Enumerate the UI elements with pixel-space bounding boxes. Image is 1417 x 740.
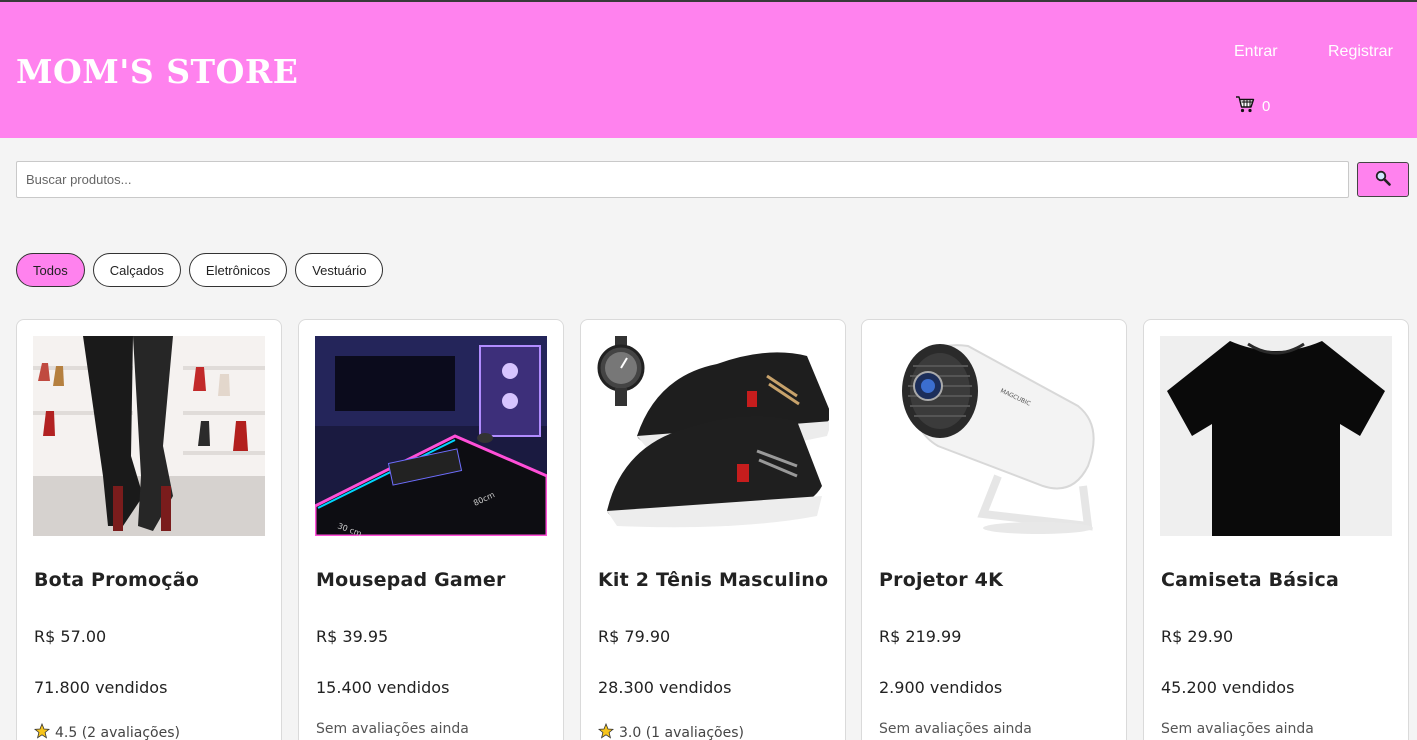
product-card[interactable]: 30 cm 80cm Mousepad Gamer R$ 39.95 15.40… [298, 319, 564, 740]
product-price: R$ 29.90 [1161, 627, 1234, 646]
search-input[interactable] [16, 161, 1349, 198]
category-chip-todos[interactable]: Todos [16, 253, 85, 287]
product-name[interactable]: Bota Promoção [34, 569, 199, 591]
store-logo[interactable]: MOM'S STORE [16, 52, 298, 91]
product-sold-count: 71.800 vendidos [34, 678, 168, 697]
product-sold-count: 28.300 vendidos [598, 678, 732, 697]
product-image-sneakers[interactable] [597, 336, 829, 536]
product-card[interactable]: Bota Promoção R$ 57.00 71.800 vendidos 4… [16, 319, 282, 740]
search-button[interactable] [1357, 162, 1409, 197]
product-card[interactable]: Camiseta Básica R$ 29.90 45.200 vendidos… [1143, 319, 1409, 740]
product-price: R$ 39.95 [316, 627, 389, 646]
star-icon [597, 722, 615, 740]
category-chip-vestuario[interactable]: Vestuário [295, 253, 384, 287]
rating-text: 3.0 (1 avaliações) [619, 725, 744, 740]
product-sold-count: 15.400 vendidos [316, 678, 450, 697]
product-name[interactable]: Mousepad Gamer [316, 569, 506, 591]
product-rating: 3.0 (1 avaliações) [597, 722, 744, 740]
product-card[interactable]: Kit 2 Tênis Masculino R$ 79.90 28.300 ve… [580, 319, 846, 740]
product-sold-count: 2.900 vendidos [879, 678, 1003, 697]
product-image-tshirt[interactable] [1160, 336, 1392, 536]
rating-text: Sem avaliações ainda [879, 721, 1032, 737]
product-name[interactable]: Kit 2 Tênis Masculino [598, 569, 828, 591]
product-price: R$ 57.00 [34, 627, 107, 646]
product-card[interactable]: MAGCUBIC Projetor 4K R$ 219.99 2.900 ven… [861, 319, 1127, 740]
category-filters: Todos Calçados Eletrônicos Vestuário [16, 253, 384, 287]
product-name[interactable]: Projetor 4K [879, 569, 1003, 591]
product-image-mousepad[interactable]: 30 cm 80cm [315, 336, 547, 536]
cart-button[interactable]: 0 [1235, 95, 1270, 117]
cart-count: 0 [1262, 97, 1271, 115]
rating-text: 4.5 (2 avaliações) [55, 725, 180, 740]
product-name[interactable]: Camiseta Básica [1161, 569, 1339, 591]
product-image-projector[interactable]: MAGCUBIC [878, 336, 1110, 536]
rating-text: Sem avaliações ainda [316, 721, 469, 737]
register-link[interactable]: Registrar [1328, 43, 1393, 61]
cart-icon [1235, 95, 1255, 117]
star-icon [33, 722, 51, 740]
product-price: R$ 219.99 [879, 627, 962, 646]
rating-text: Sem avaliações ainda [1161, 721, 1314, 737]
product-rating: 4.5 (2 avaliações) [33, 722, 180, 740]
search-icon [1375, 170, 1391, 190]
category-chip-calcados[interactable]: Calçados [92, 253, 181, 287]
product-sold-count: 45.200 vendidos [1161, 678, 1295, 697]
product-image-boots[interactable] [33, 336, 265, 536]
site-header: MOM'S STORE Entrar Registrar 0 [0, 2, 1417, 138]
login-link[interactable]: Entrar [1234, 43, 1278, 61]
category-chip-eletronicos[interactable]: Eletrônicos [188, 253, 288, 287]
product-price: R$ 79.90 [598, 627, 671, 646]
